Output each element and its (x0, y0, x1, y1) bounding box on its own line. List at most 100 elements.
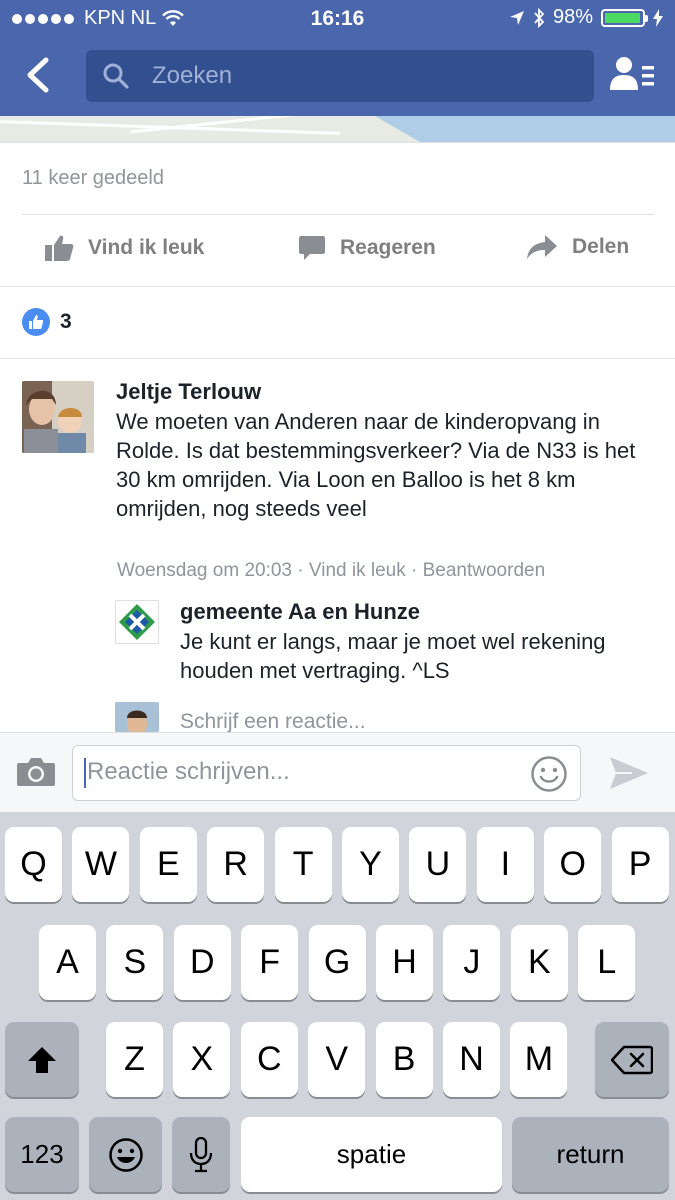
space-key[interactable]: spatie (241, 1117, 502, 1192)
key-n[interactable]: N (443, 1022, 500, 1097)
map-water (375, 116, 675, 142)
key-r[interactable]: R (207, 827, 265, 902)
shift-icon (28, 1046, 56, 1073)
like-button[interactable]: Vind ik leuk (44, 234, 204, 262)
comment-reply-link[interactable]: Beantwoorden (423, 560, 546, 581)
share-label: Delen (572, 235, 630, 258)
key-u[interactable]: U (409, 827, 467, 902)
reaction-count: 3 (60, 310, 72, 333)
status-bar: KPN NL 16:16 98% (0, 0, 675, 38)
comment-label: Reageren (340, 236, 436, 259)
key-m[interactable]: M (510, 1022, 568, 1097)
key-l[interactable]: L (578, 925, 636, 1000)
location-arrow-icon (509, 10, 524, 25)
numbers-key[interactable]: 123 (5, 1117, 79, 1192)
chevron-left-icon (27, 57, 49, 93)
key-a[interactable]: A (39, 925, 96, 1000)
key-z[interactable]: Z (106, 1022, 163, 1097)
battery-percent: 98% (552, 6, 593, 28)
camera-icon (17, 758, 55, 786)
comment-text: Je kunt er langs, maar je moet wel reken… (180, 629, 606, 683)
key-w[interactable]: W (72, 827, 130, 902)
friend-list-icon (610, 57, 654, 90)
divider (22, 214, 654, 215)
send-icon (610, 757, 648, 789)
comment-author[interactable]: Jeltje Terlouw (116, 379, 261, 405)
key-i[interactable]: I (476, 827, 534, 902)
key-e[interactable]: E (139, 827, 197, 902)
share-button[interactable]: Delen (526, 234, 629, 260)
key-o[interactable]: O (544, 827, 602, 902)
nav-bar: Zoeken (0, 38, 675, 116)
text-caret (84, 758, 86, 788)
battery-level (605, 12, 641, 23)
status-right: 98% (509, 6, 663, 29)
meta-separator: · (411, 560, 418, 581)
battery-icon (601, 8, 648, 27)
emoji-key[interactable] (89, 1117, 162, 1192)
share-arrow-icon (527, 235, 557, 259)
app-header: KPN NL 16:16 98% Zoeken (0, 0, 675, 116)
key-y[interactable]: Y (342, 827, 399, 902)
comment-like-link[interactable]: Vind ik leuk (309, 560, 406, 581)
key-f[interactable]: F (241, 925, 299, 1000)
camera-button[interactable] (16, 757, 56, 792)
search-input[interactable]: Zoeken (86, 50, 594, 102)
search-icon (103, 63, 129, 89)
send-button[interactable] (608, 755, 650, 796)
shift-key[interactable] (5, 1022, 79, 1097)
speech-bubble-icon (299, 236, 325, 260)
user-avatar-photo (115, 702, 159, 732)
meta-separator: · (297, 560, 304, 581)
key-d[interactable]: D (173, 925, 231, 1000)
emoji-button[interactable] (530, 755, 568, 798)
share-count[interactable]: 11 keer gedeeld (22, 167, 164, 190)
comment-input[interactable]: Reactie schrijven... (72, 745, 581, 801)
post-actions: Vind ik leuk Reageren Delen (0, 216, 675, 286)
key-v[interactable]: V (308, 1022, 366, 1097)
key-j[interactable]: J (443, 925, 501, 1000)
key-p[interactable]: P (611, 827, 669, 902)
key-t[interactable]: T (274, 827, 332, 902)
like-label: Vind ik leuk (88, 236, 205, 259)
comment-input-placeholder: Reactie schrijven... (87, 758, 290, 785)
comment-meta: Woensdag om 20:03 · Vind ik leuk · Beant… (117, 560, 545, 582)
divider (0, 286, 675, 287)
delete-key[interactable] (595, 1022, 669, 1097)
bluetooth-icon (534, 7, 545, 28)
charging-icon (653, 8, 663, 27)
key-q[interactable]: Q (5, 827, 62, 902)
divider (0, 142, 675, 143)
keyboard: QWERTYUIOP ASDFGHJKL ZXCVBNM 123 spatie … (0, 812, 675, 1200)
comment-composer: Reactie schrijven... (0, 732, 675, 812)
avatar (115, 702, 159, 732)
comment-author[interactable]: gemeente Aa en Hunze (180, 599, 420, 625)
key-b[interactable]: B (375, 1022, 433, 1097)
back-button[interactable] (18, 54, 60, 96)
microphone-key[interactable] (172, 1117, 230, 1192)
key-c[interactable]: C (240, 1022, 298, 1097)
friend-list-button[interactable] (608, 52, 658, 98)
avatar-photo (22, 381, 94, 453)
write-reply-placeholder[interactable]: Schrijf een reactie... (180, 710, 366, 734)
key-s[interactable]: S (106, 925, 164, 1000)
avatar[interactable] (22, 381, 94, 453)
backspace-icon (611, 1045, 653, 1074)
reactions-summary[interactable]: 3 (22, 308, 72, 336)
avatar[interactable] (115, 600, 159, 644)
key-x[interactable]: X (173, 1022, 231, 1097)
microphone-icon (189, 1136, 213, 1172)
emoji-icon (108, 1137, 143, 1172)
like-reaction-icon (22, 308, 50, 336)
thumbs-up-icon (45, 235, 74, 261)
gemeente-logo-icon (116, 601, 158, 643)
return-key[interactable]: return (512, 1117, 669, 1192)
divider (0, 358, 675, 359)
map-preview[interactable] (0, 116, 675, 142)
smiley-icon (531, 756, 567, 792)
key-h[interactable]: H (376, 925, 433, 1000)
key-g[interactable]: G (308, 925, 366, 1000)
comment-time: Woensdag om 20:03 (117, 560, 292, 581)
comment-button[interactable]: Reageren (298, 234, 436, 262)
key-k[interactable]: K (510, 925, 568, 1000)
